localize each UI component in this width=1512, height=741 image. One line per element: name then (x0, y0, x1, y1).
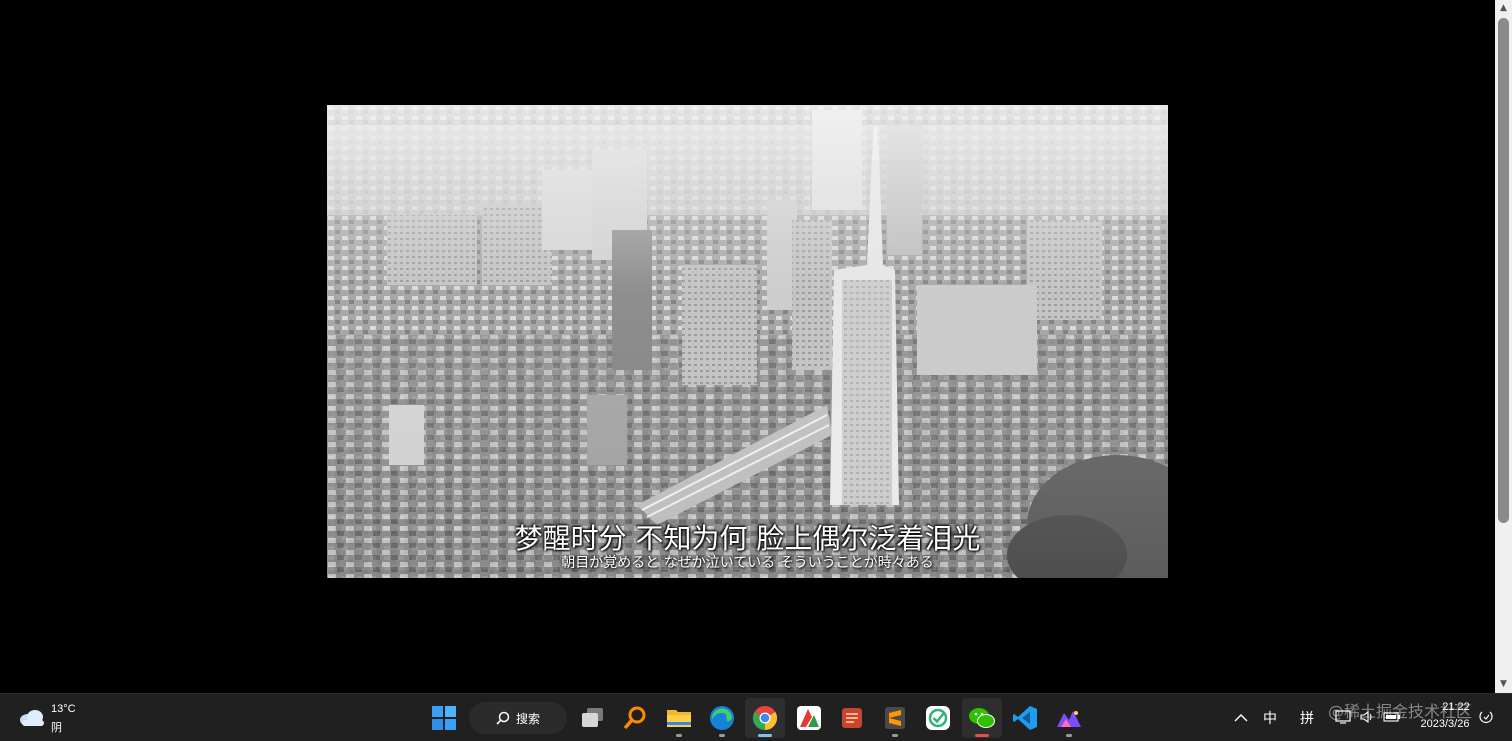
weather-condition: 阴 (51, 722, 62, 734)
taskbar-search-button[interactable]: 搜索 (469, 702, 567, 734)
file-explorer-icon (667, 710, 691, 727)
cloud-icon (20, 710, 44, 726)
search-label: 搜索 (515, 711, 540, 726)
clock-date[interactable]: 2023/3/26 (1410, 718, 1480, 730)
show-hidden-icons-chevron-icon[interactable] (1232, 708, 1250, 728)
scroll-down-arrow-icon[interactable]: ▼ (1495, 676, 1512, 693)
task-view-button[interactable] (573, 698, 613, 738)
subtitle-chinese: 梦醒时分 不知为何 脸上偶尔泛着泪光 (514, 522, 981, 555)
purple-app-button[interactable] (1049, 698, 1089, 738)
vscode-icon (1013, 706, 1037, 730)
running-indicator (676, 734, 682, 737)
running-indicator (975, 734, 989, 737)
wechat-icon (969, 708, 995, 728)
vscode-button[interactable] (1005, 698, 1045, 738)
task-view-icon (582, 708, 603, 727)
sublime-text-icon (885, 707, 905, 729)
tick-task-icon (926, 706, 950, 730)
start-button[interactable] (424, 698, 464, 738)
desktop: 梦醒时分 不知为何 脸上偶尔泛着泪光 朝目が覚めると なぜか泣いている そういう… (0, 0, 1495, 693)
tick-task-button[interactable] (918, 698, 958, 738)
start-icon (432, 706, 456, 730)
edge-button[interactable] (702, 698, 742, 738)
ime-pinyin-indicator[interactable]: 拼 (1297, 708, 1317, 728)
network-icon[interactable] (1335, 709, 1351, 725)
video-player[interactable]: 梦醒时分 不知为何 脸上偶尔泛着泪光 朝目が覚めると なぜか泣いている そういう… (327, 105, 1168, 578)
weather-widget[interactable]: 13°C 阴 (14, 701, 94, 735)
battery-icon[interactable] (1383, 709, 1401, 725)
volume-icon[interactable] (1359, 709, 1375, 725)
app-red-green-icon (797, 706, 821, 730)
ime-mode-indicator[interactable]: 中 (1260, 708, 1280, 728)
search-tool-icon (623, 706, 646, 730)
scroll-thumb[interactable] (1498, 18, 1509, 523)
edge-icon (710, 706, 734, 730)
purple-app-icon (1057, 711, 1081, 727)
taskbar: 13°C 阴 搜索 中 拼 @稀土掘金技术社区 21:22 2023/3/26 (0, 693, 1512, 741)
app-orange-icon (842, 708, 862, 728)
chrome-button[interactable] (745, 698, 785, 738)
vertical-scrollbar[interactable]: ▲ ▼ (1495, 0, 1512, 693)
sublime-text-button[interactable] (875, 698, 915, 738)
running-indicator (719, 734, 725, 737)
city-scene-image (327, 105, 1168, 578)
notification-icon[interactable] (1478, 709, 1494, 725)
scroll-up-arrow-icon[interactable]: ▲ (1495, 0, 1512, 17)
chrome-icon (752, 706, 778, 730)
search-icon (496, 711, 510, 725)
app-orange-button[interactable] (832, 698, 872, 738)
file-explorer-button[interactable] (659, 698, 699, 738)
weather-temperature: 13°C (51, 703, 76, 715)
subtitle-japanese: 朝目が覚めると なぜか泣いている そういうことが時々ある (561, 555, 934, 571)
running-indicator (758, 734, 772, 737)
app-red-green-button[interactable] (789, 698, 829, 738)
clock-time[interactable]: 21:22 (1428, 701, 1484, 713)
search-tool-button[interactable] (615, 698, 655, 738)
wechat-button[interactable] (962, 698, 1002, 738)
running-indicator (892, 734, 898, 737)
running-indicator (1066, 734, 1072, 737)
